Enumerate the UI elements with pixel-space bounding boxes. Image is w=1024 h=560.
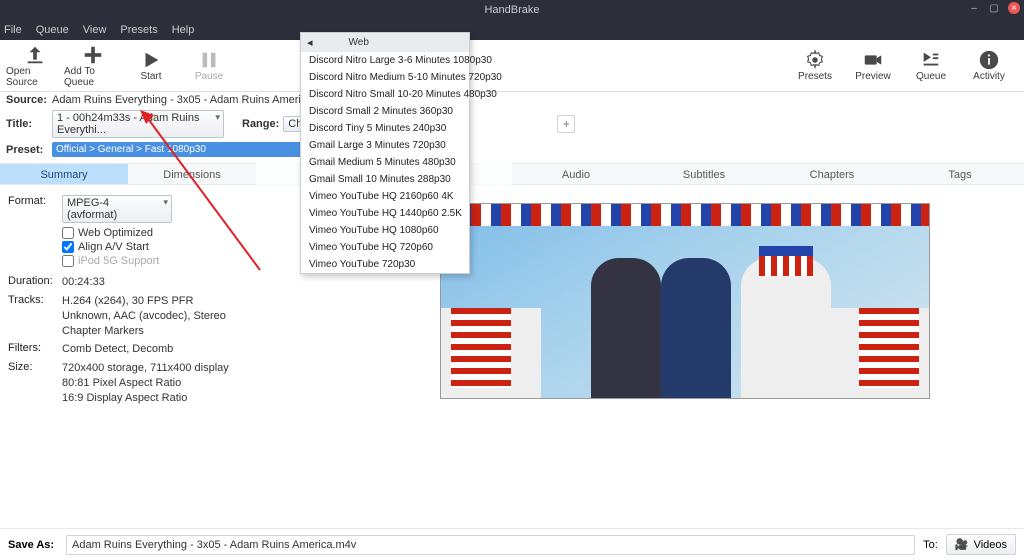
destination-button[interactable]: 🎥 Videos xyxy=(946,534,1016,555)
destination-label: Videos xyxy=(974,539,1007,551)
menubar: File Queue View Presets Help xyxy=(0,20,1024,40)
camera-icon xyxy=(862,49,884,71)
ipod-input[interactable] xyxy=(62,255,74,267)
preset-item[interactable]: Vimeo YouTube HQ 2160p60 4K xyxy=(301,188,469,205)
preset-item[interactable]: Gmail Small 10 Minutes 288p30 xyxy=(301,171,469,188)
minimize-button[interactable]: – xyxy=(968,2,980,14)
add-title-button[interactable]: + xyxy=(557,115,575,133)
save-to-label: To: xyxy=(923,539,938,551)
title-range-row: Title: 1 - 00h24m33s - Adam Ruins Everyt… xyxy=(0,108,1024,140)
align-av-checkbox[interactable]: Align A/V Start xyxy=(62,241,256,253)
camera-small-icon: 🎥 xyxy=(955,538,969,551)
toolbar: Open Source Add To Queue Start Pause Pre… xyxy=(0,40,1024,92)
preset-item[interactable]: Discord Nitro Medium 5-10 Minutes 720p30 xyxy=(301,69,469,86)
preset-row: Preset: Official > General > Fast 1080p3… xyxy=(0,140,1024,159)
menu-help[interactable]: Help xyxy=(172,24,195,36)
tab-chapters[interactable]: Chapters xyxy=(768,163,896,185)
queue-button[interactable]: Queue xyxy=(902,49,960,82)
menu-presets[interactable]: Presets xyxy=(120,24,157,36)
menu-queue[interactable]: Queue xyxy=(36,24,69,36)
filters-label: Filters: xyxy=(8,342,62,357)
preview-label: Preview xyxy=(855,71,891,82)
preview-button[interactable]: Preview xyxy=(844,49,902,82)
range-label: Range: xyxy=(242,118,279,130)
preset-submenu[interactable]: ◂ Web Discord Nitro Large 3-6 Minutes 10… xyxy=(300,32,470,274)
tracks-value: H.264 (x264), 30 FPS PFR Unknown, AAC (a… xyxy=(62,294,256,339)
tab-audio[interactable]: Audio xyxy=(512,163,640,185)
summary-panel: Format: MPEG-4 (avformat) Web Optimized … xyxy=(0,185,1024,416)
queue-icon xyxy=(920,49,942,71)
tracks-label: Tracks: xyxy=(8,294,62,339)
preset-label: Preset: xyxy=(6,144,48,156)
play-icon xyxy=(140,49,162,71)
web-optimized-input[interactable] xyxy=(62,227,74,239)
pause-button: Pause xyxy=(180,49,238,82)
video-preview xyxy=(440,203,930,399)
preset-item[interactable]: Vimeo YouTube HQ 720p60 xyxy=(301,239,469,256)
tab-dimensions[interactable]: Dimensions xyxy=(128,163,256,185)
tab-summary[interactable]: Summary xyxy=(0,163,128,185)
info-icon xyxy=(978,49,1000,71)
preset-submenu-title: Web xyxy=(349,37,369,48)
preset-item[interactable]: Vimeo YouTube 720p30 xyxy=(301,256,469,273)
format-label: Format: xyxy=(8,195,62,223)
menu-view[interactable]: View xyxy=(83,24,107,36)
tab-subtitles[interactable]: Subtitles xyxy=(640,163,768,185)
ipod-checkbox[interactable]: iPod 5G Support xyxy=(62,255,256,267)
align-av-input[interactable] xyxy=(62,241,74,253)
add-to-queue-label: Add To Queue xyxy=(64,66,122,88)
preset-submenu-header[interactable]: ◂ Web xyxy=(301,33,469,52)
size-value: 720x400 storage, 711x400 display 80:81 P… xyxy=(62,361,256,406)
presets-label: Presets xyxy=(798,71,832,82)
open-source-label: Open Source xyxy=(6,66,64,88)
add-to-queue-button[interactable]: Add To Queue xyxy=(64,44,122,88)
duration-label: Duration: xyxy=(8,275,62,290)
save-as-input[interactable] xyxy=(66,535,915,555)
presets-button[interactable]: Presets xyxy=(786,49,844,82)
preset-dropdown[interactable]: Official > General > Fast 1080p30 xyxy=(52,142,312,157)
format-select[interactable]: MPEG-4 (avformat) xyxy=(62,195,172,223)
preset-item[interactable]: Gmail Large 3 Minutes 720p30 xyxy=(301,137,469,154)
start-label: Start xyxy=(140,71,161,82)
pause-label: Pause xyxy=(195,71,223,82)
open-source-button[interactable]: Open Source xyxy=(6,44,64,88)
start-button[interactable]: Start xyxy=(122,49,180,82)
preset-item[interactable]: Discord Nitro Small 10-20 Minutes 480p30 xyxy=(301,86,469,103)
duration-value: 00:24:33 xyxy=(62,275,256,290)
close-button[interactable]: × xyxy=(1008,2,1020,14)
source-row: Source: Adam Ruins Everything - 3x05 - A… xyxy=(0,92,1024,108)
save-bar: Save As: To: 🎥 Videos xyxy=(0,528,1024,560)
window-title: HandBrake xyxy=(484,4,539,16)
filters-value: Comb Detect, Decomb xyxy=(62,342,256,357)
plus-icon xyxy=(82,44,104,66)
activity-button[interactable]: Activity xyxy=(960,49,1018,82)
queue-label: Queue xyxy=(916,71,946,82)
title-select[interactable]: 1 - 00h24m33s - Adam Ruins Everythi... xyxy=(52,110,224,138)
preset-item[interactable]: Vimeo YouTube HQ 1440p60 2.5K xyxy=(301,205,469,222)
preset-item[interactable]: Gmail Medium 5 Minutes 480p30 xyxy=(301,154,469,171)
preset-item[interactable]: Discord Small 2 Minutes 360p30 xyxy=(301,103,469,120)
preset-item[interactable]: Vimeo YouTube HQ 1080p60 xyxy=(301,222,469,239)
pause-icon xyxy=(198,49,220,71)
size-label: Size: xyxy=(8,361,62,406)
open-source-icon xyxy=(24,44,46,66)
back-icon[interactable]: ◂ xyxy=(307,36,313,49)
menu-file[interactable]: File xyxy=(4,24,22,36)
preset-item[interactable]: Discord Nitro Large 3-6 Minutes 1080p30 xyxy=(301,52,469,69)
tab-tags[interactable]: Tags xyxy=(896,163,1024,185)
maximize-button[interactable]: ▢ xyxy=(988,2,1000,14)
save-as-label: Save As: xyxy=(8,539,58,551)
gear-icon xyxy=(804,49,826,71)
source-label: Source: xyxy=(6,94,48,106)
preset-item[interactable]: Discord Tiny 5 Minutes 240p30 xyxy=(301,120,469,137)
tabs: Summary Dimensions Audio Subtitles Chapt… xyxy=(0,163,1024,185)
activity-label: Activity xyxy=(973,71,1005,82)
web-optimized-checkbox[interactable]: Web Optimized xyxy=(62,227,256,239)
title-label: Title: xyxy=(6,118,48,130)
window-titlebar: HandBrake – ▢ × xyxy=(0,0,1024,20)
